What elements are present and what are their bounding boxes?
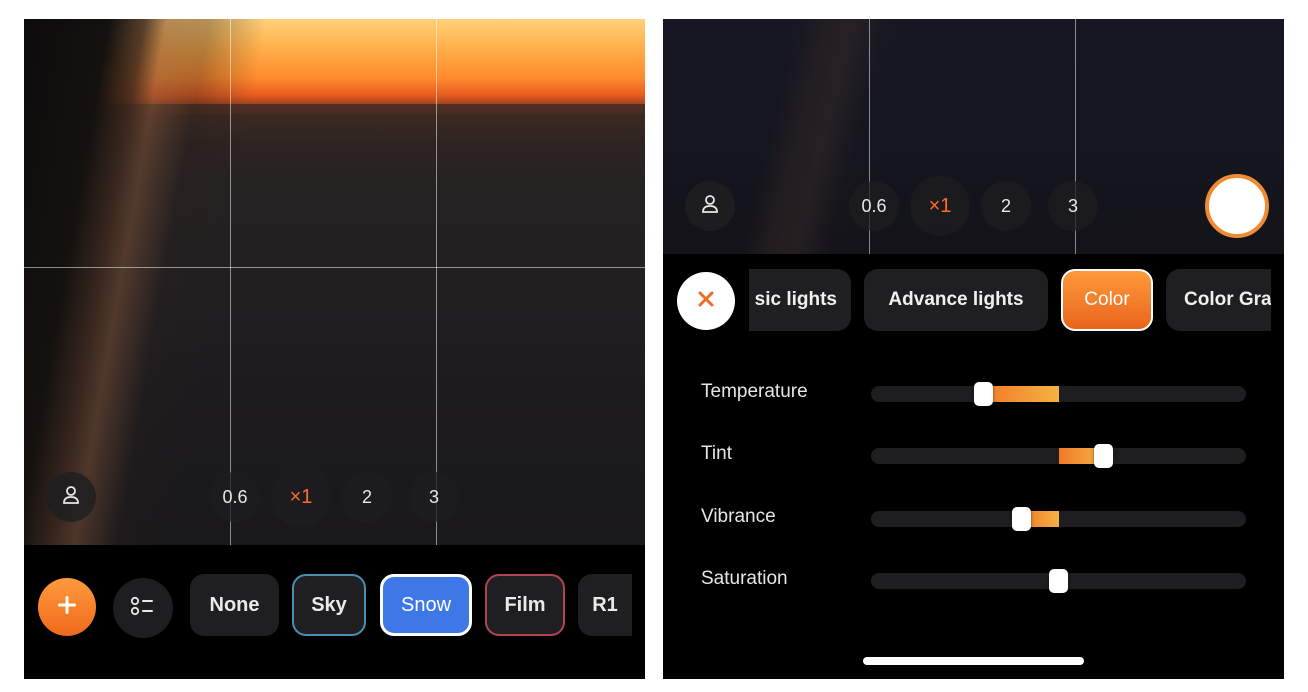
temperature-slider-row: Temperature bbox=[663, 378, 1284, 408]
color-adjust-screen: 0.6 ×1 2 3 sic lights Advance lights Col… bbox=[663, 19, 1284, 679]
filter-none[interactable]: None bbox=[190, 574, 279, 636]
home-indicator[interactable] bbox=[863, 657, 1084, 665]
vibrance-slider-row: Vibrance bbox=[663, 503, 1284, 533]
camera-viewfinder[interactable]: 0.6 ×1 2 3 bbox=[663, 19, 1284, 254]
zoom-1x-button[interactable]: ×1 bbox=[910, 176, 970, 236]
tint-slider[interactable] bbox=[871, 444, 1246, 468]
filter-sky[interactable]: Sky bbox=[292, 574, 366, 636]
close-icon bbox=[696, 289, 716, 314]
zoom-2-button[interactable]: 2 bbox=[981, 181, 1031, 231]
person-icon bbox=[701, 194, 719, 219]
slider-fill bbox=[983, 386, 1059, 402]
slider-thumb[interactable] bbox=[1049, 569, 1068, 593]
grid-line-vertical bbox=[230, 19, 231, 545]
adjustment-tabs: sic lights Advance lights Color Color Gr… bbox=[749, 269, 1271, 333]
zoom-3-button[interactable]: 3 bbox=[409, 472, 459, 522]
slider-thumb[interactable] bbox=[1094, 444, 1113, 468]
shutter-button[interactable] bbox=[1205, 174, 1269, 238]
grid-line-horizontal bbox=[24, 267, 645, 268]
filter-snow[interactable]: Snow bbox=[380, 574, 472, 636]
tint-slider-row: Tint bbox=[663, 440, 1284, 470]
grid-line-vertical bbox=[436, 19, 437, 545]
zoom-0.6-button[interactable]: 0.6 bbox=[849, 181, 899, 231]
slider-label: Tint bbox=[701, 443, 732, 464]
tab-color[interactable]: Color bbox=[1061, 269, 1153, 331]
filter-r1[interactable]: R1 bbox=[578, 574, 632, 636]
plus-icon bbox=[55, 593, 79, 622]
saturation-slider-row: Saturation bbox=[663, 565, 1284, 595]
close-button[interactable] bbox=[677, 272, 735, 330]
slider-label: Temperature bbox=[701, 381, 808, 402]
filter-bar: None Sky Snow Film R1 bbox=[24, 545, 645, 679]
temperature-slider[interactable] bbox=[871, 382, 1246, 406]
tab-basic-lights[interactable]: sic lights bbox=[749, 269, 851, 331]
saturation-slider[interactable] bbox=[871, 569, 1246, 593]
airplane-window-edge bbox=[24, 19, 645, 545]
tab-advance-lights[interactable]: Advance lights bbox=[864, 269, 1048, 331]
add-filter-button[interactable] bbox=[38, 578, 96, 636]
zoom-3-button[interactable]: 3 bbox=[1048, 181, 1098, 231]
slider-label: Saturation bbox=[701, 568, 788, 589]
tab-color-grading[interactable]: Color Gra bbox=[1166, 269, 1271, 331]
airplane-window-edge bbox=[663, 19, 1284, 254]
manage-filters-button[interactable] bbox=[113, 578, 173, 638]
slider-thumb[interactable] bbox=[974, 382, 993, 406]
slider-thumb[interactable] bbox=[1011, 507, 1031, 531]
checklist-icon bbox=[130, 595, 156, 622]
profile-button[interactable] bbox=[46, 472, 96, 522]
adjustment-panel: sic lights Advance lights Color Color Gr… bbox=[663, 254, 1284, 679]
person-icon bbox=[62, 485, 80, 510]
vibrance-slider[interactable] bbox=[871, 507, 1246, 531]
slider-label: Vibrance bbox=[701, 506, 776, 527]
zoom-0.6-button[interactable]: 0.6 bbox=[210, 472, 260, 522]
profile-button[interactable] bbox=[685, 181, 735, 231]
camera-viewfinder[interactable]: 0.6 ×1 2 3 bbox=[24, 19, 645, 545]
zoom-1x-button[interactable]: ×1 bbox=[271, 467, 331, 527]
filter-film[interactable]: Film bbox=[485, 574, 565, 636]
zoom-2-button[interactable]: 2 bbox=[342, 472, 392, 522]
filter-camera-screen: 0.6 ×1 2 3 None Sky Snow Film R1 bbox=[24, 19, 645, 679]
